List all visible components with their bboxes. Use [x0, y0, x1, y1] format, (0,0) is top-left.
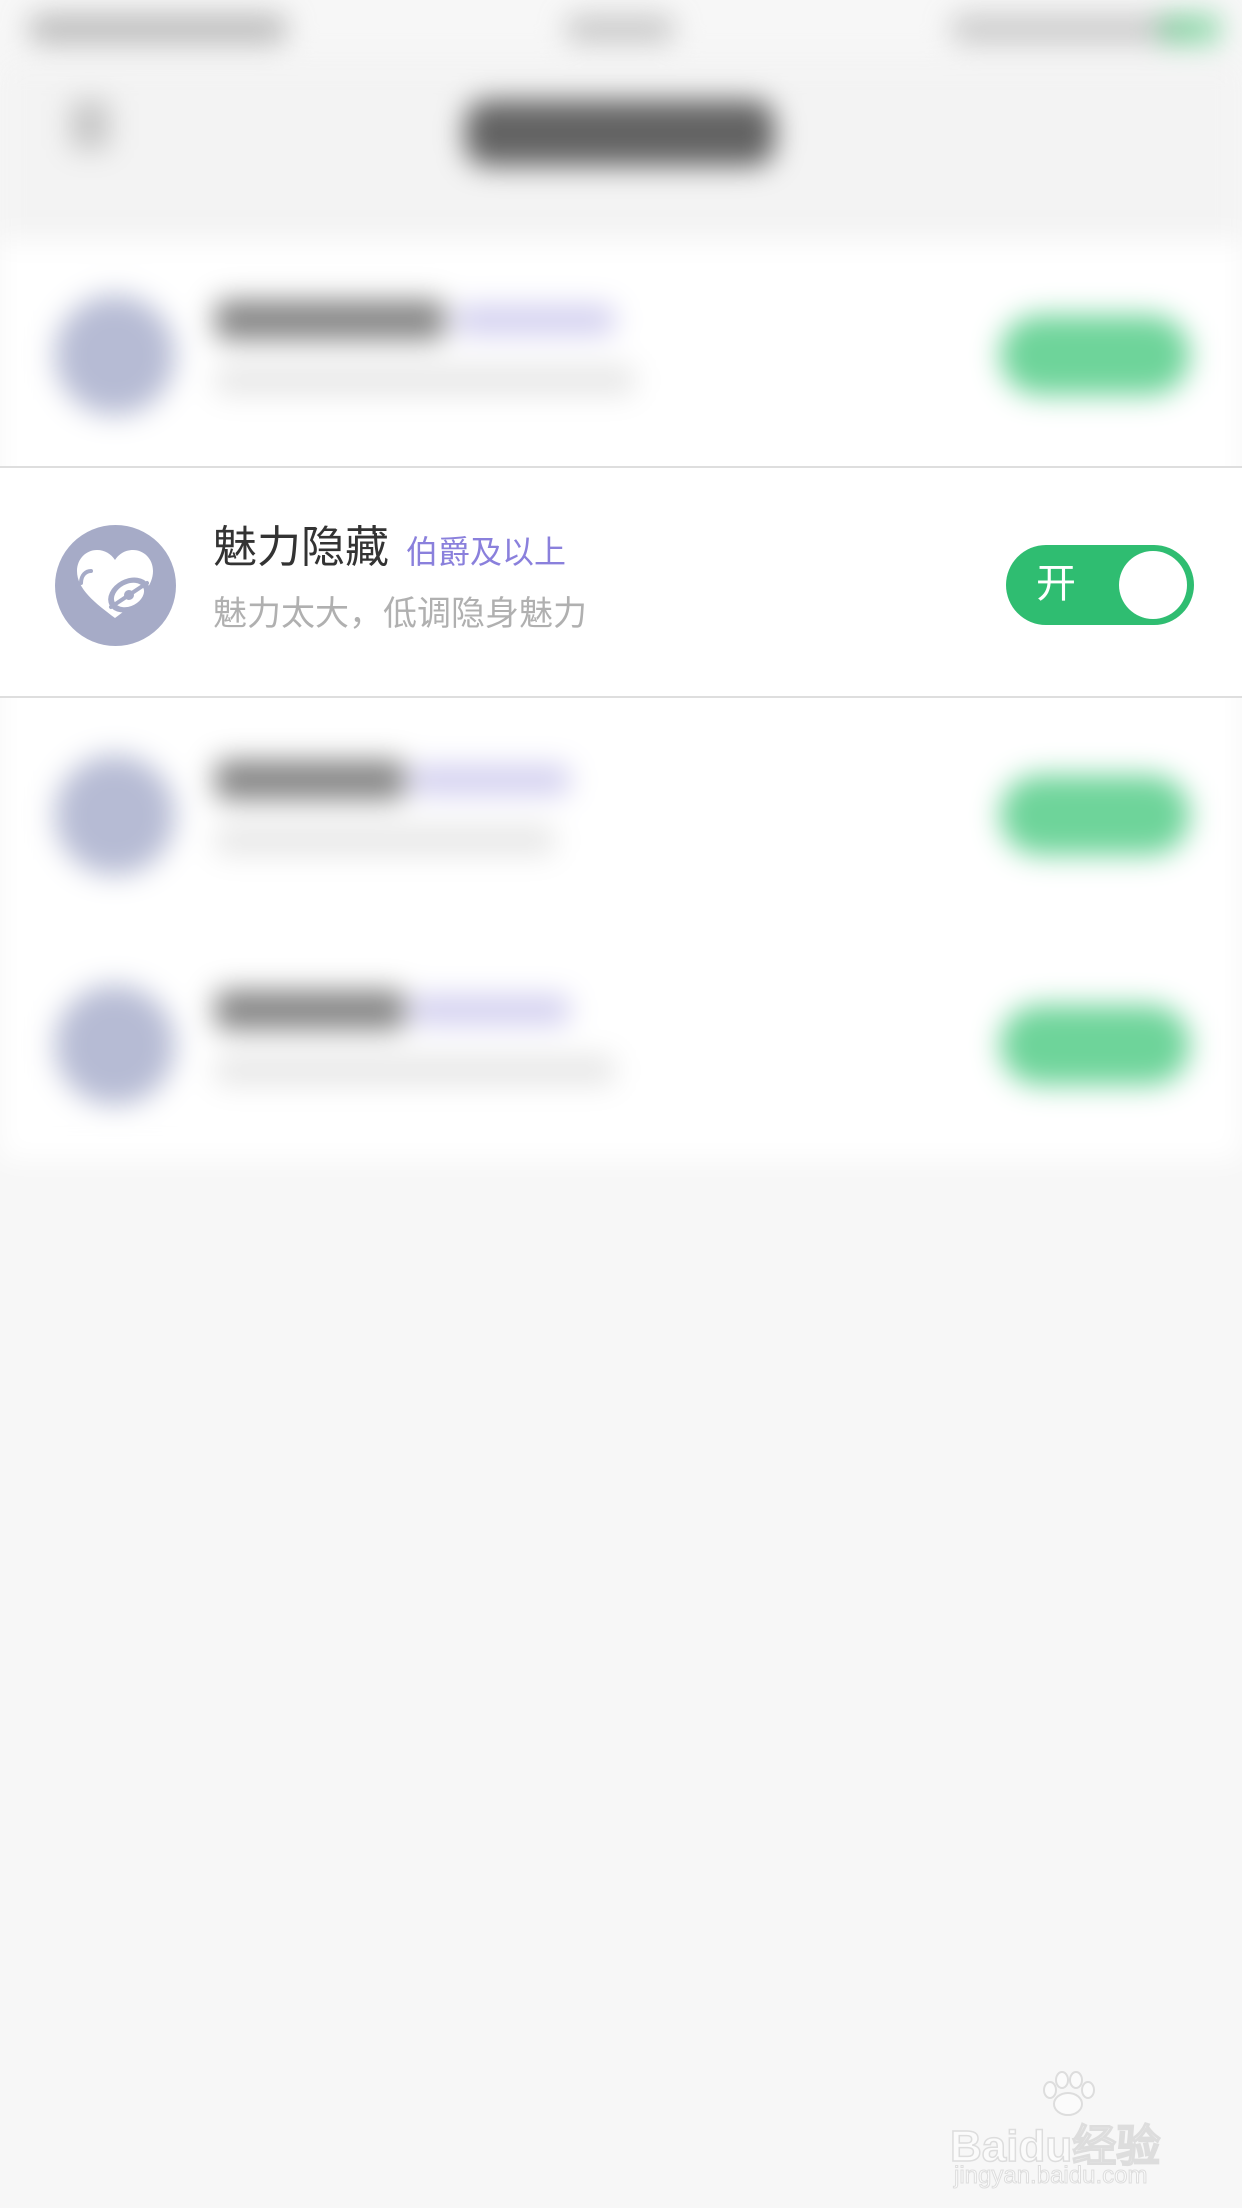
setting-row-charm-hide: 魅力隐藏 伯爵及以上 魅力太大，低调隐身魅力 开	[0, 466, 1242, 698]
charm-hide-toggle[interactable]: 开	[1006, 545, 1194, 625]
setting-title	[215, 760, 405, 800]
setting-row-blurred	[0, 240, 1242, 470]
setting-toggle[interactable]	[1000, 315, 1190, 395]
blurred-background	[0, 0, 1242, 2208]
toggle-knob	[1119, 551, 1187, 619]
setting-description	[215, 825, 555, 855]
page-title	[465, 100, 775, 166]
watermark-url: jingyan.baidu.com	[953, 2162, 1148, 2190]
setting-description	[215, 1055, 615, 1085]
setting-toggle[interactable]	[1000, 1005, 1190, 1085]
setting-tag	[410, 995, 570, 1025]
setting-title	[215, 990, 405, 1030]
setting-tag	[455, 305, 615, 335]
setting-row-blurred	[0, 700, 1242, 930]
setting-icon	[55, 295, 175, 415]
status-bar-left	[28, 14, 288, 44]
setting-icon	[55, 985, 175, 1105]
setting-description: 魅力太大，低调隐身魅力	[213, 594, 587, 634]
setting-tag	[410, 765, 570, 795]
rank-requirement-tag: 伯爵及以上	[406, 533, 567, 571]
setting-description	[215, 365, 635, 395]
baidu-jingyan-watermark: Baidu经验 jingyan.baidu.com	[949, 2070, 1190, 2190]
status-bar	[0, 0, 1242, 60]
battery-icon	[1160, 14, 1220, 44]
navigation-bar	[0, 60, 1242, 240]
setting-title	[215, 300, 445, 340]
setting-title: 魅力隐藏	[213, 522, 389, 573]
back-icon[interactable]	[70, 100, 110, 150]
setting-toggle[interactable]	[1000, 775, 1190, 855]
toggle-label: 开	[1036, 561, 1076, 607]
setting-icon	[55, 755, 175, 875]
settings-list-background	[0, 240, 1242, 1160]
heart-hidden-icon	[55, 525, 176, 646]
status-bar-time	[565, 16, 675, 42]
status-bar-right	[950, 14, 1180, 44]
setting-row-blurred	[0, 930, 1242, 1160]
